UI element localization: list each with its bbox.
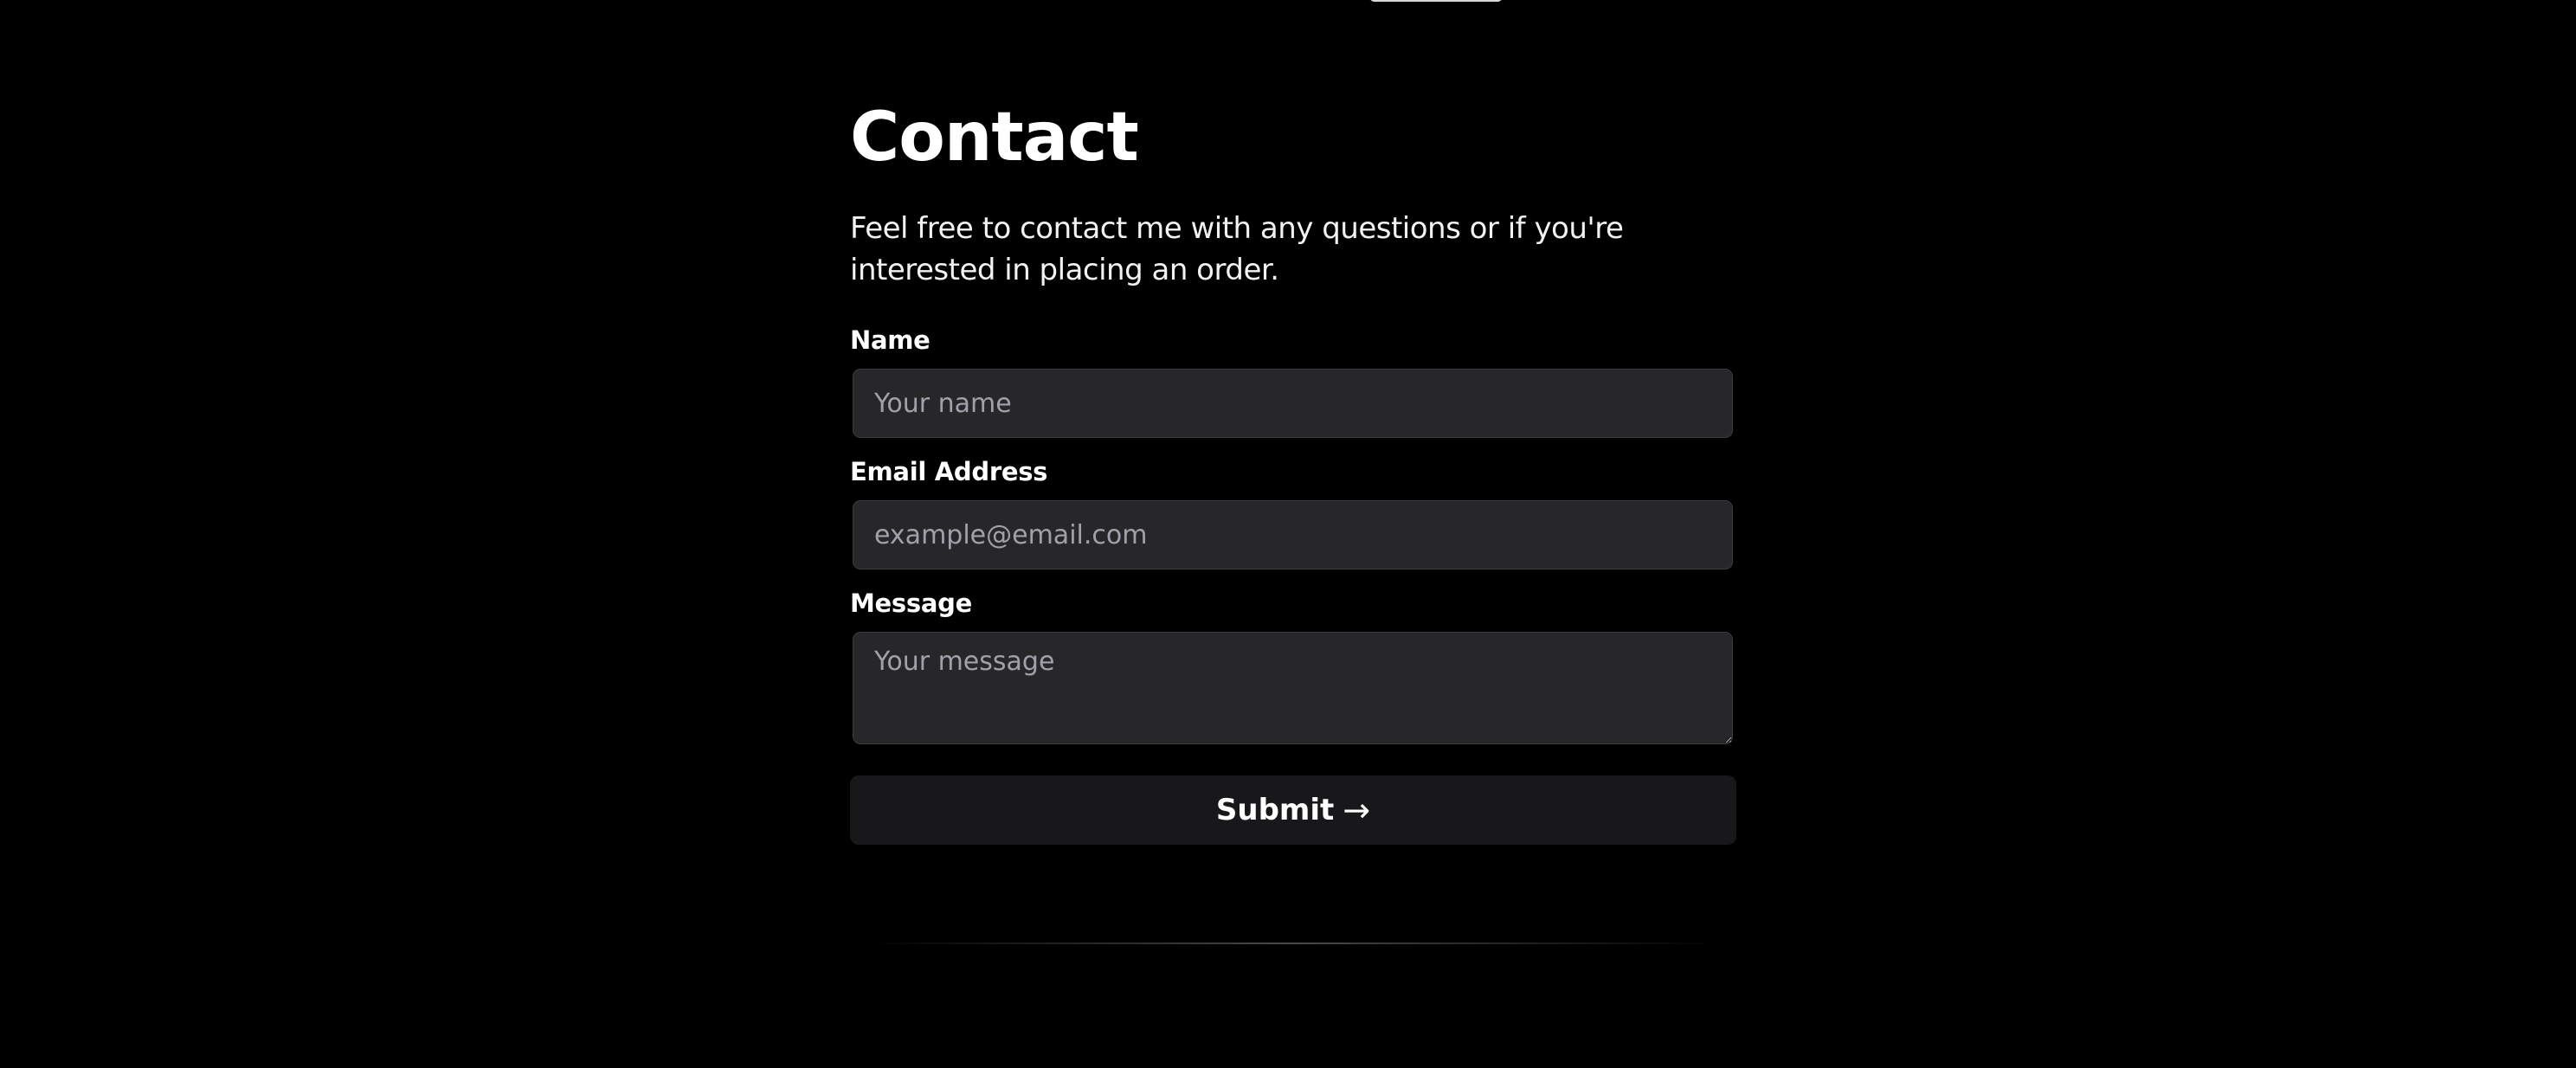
contact-section: Contact Feel free to contact me with any… <box>850 90 1736 845</box>
contact-form: Name Email Address Message Submit → <box>850 324 1736 845</box>
email-label: Email Address <box>850 457 1048 486</box>
right-arrow-icon: → <box>1343 791 1371 829</box>
message-label: Message <box>850 589 972 618</box>
name-input[interactable] <box>853 369 1733 438</box>
submit-button[interactable]: Submit → <box>850 775 1736 845</box>
submit-label: Submit <box>1215 793 1335 827</box>
contact-intro-text: Feel free to contact me with any questio… <box>850 211 1624 287</box>
message-textarea[interactable] <box>853 632 1733 744</box>
top-navigation-pill[interactable] <box>1369 0 1503 2</box>
email-field[interactable] <box>853 500 1733 569</box>
name-label: Name <box>850 325 931 355</box>
bottom-divider <box>867 943 1719 944</box>
message-field-group: Message <box>850 587 1736 744</box>
name-field-group: Name <box>850 324 1736 438</box>
page-title: Contact <box>850 99 1139 177</box>
email-field-group: Email Address <box>850 455 1736 569</box>
